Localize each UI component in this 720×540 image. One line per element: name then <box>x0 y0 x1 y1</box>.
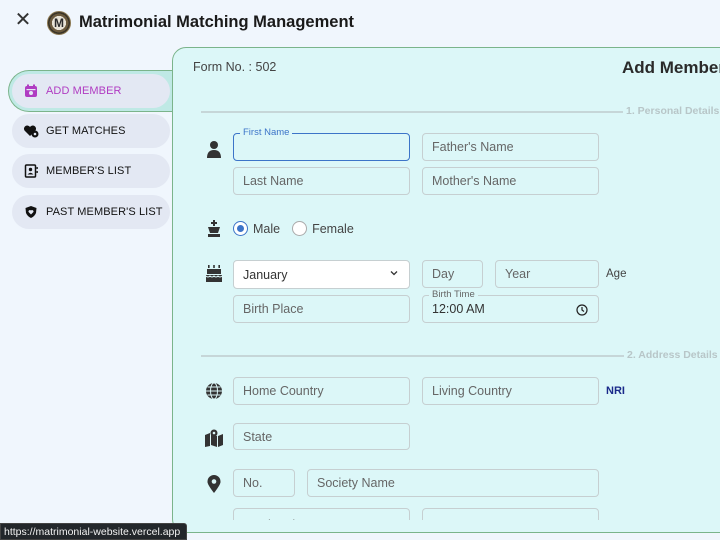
gender-male-radio[interactable] <box>233 221 248 236</box>
location-pin-icon <box>204 474 224 494</box>
top-bar: ✕ M Matrimonial Matching Management <box>0 0 720 46</box>
contact-card-icon <box>22 162 40 180</box>
birth-month-value: January <box>243 267 288 282</box>
sidebar-item-get-matches[interactable]: GET MATCHES <box>12 114 170 148</box>
person-icon <box>204 139 224 159</box>
shield-heart-icon <box>22 203 40 221</box>
section-label-personal: 1. Personal Details <box>623 105 720 117</box>
clock-icon[interactable] <box>576 304 588 316</box>
state-input[interactable]: State <box>233 423 410 450</box>
gender-radio-group: Male Female <box>233 221 354 236</box>
living-country-input[interactable]: Living Country <box>422 377 599 405</box>
king-chess-icon <box>204 219 224 239</box>
sidebar-item-label: GET MATCHES <box>46 125 126 137</box>
birth-day-input[interactable]: Day <box>422 260 483 288</box>
sidebar-item-past-members-list[interactable]: PAST MEMBER'S LIST <box>12 195 170 229</box>
age-label: Age <box>606 268 627 280</box>
sidebar-item-add-member-pill[interactable]: ADD MEMBER <box>12 74 170 108</box>
page-title: Add Member <box>622 58 720 77</box>
add-member-form-panel: Form No. : 502 Add Member 1. Personal De… <box>172 47 720 533</box>
globe-icon <box>204 381 224 401</box>
birthday-cake-icon <box>204 264 224 284</box>
app-title: Matrimonial Matching Management <box>79 13 355 31</box>
sidebar-item-label: ADD MEMBER <box>46 85 122 97</box>
first-name-input[interactable]: First Name <box>233 127 410 161</box>
sidebar-item-label: PAST MEMBER'S LIST <box>46 206 163 218</box>
calendar-add-icon <box>22 82 40 100</box>
status-bar-url: https://matrimonial-website.vercel.app <box>0 523 188 540</box>
form-number: Form No. : 502 <box>193 60 277 74</box>
society-name-input[interactable]: Society Name <box>307 469 599 497</box>
birth-month-select[interactable]: January <box>233 260 410 289</box>
birth-time-input[interactable]: Birth Time 12:00 AM <box>422 289 599 323</box>
gender-female-radio[interactable] <box>292 221 308 236</box>
nri-label: NRI <box>606 385 625 397</box>
birth-place-input[interactable]: Birth Place <box>233 295 410 323</box>
close-icon[interactable]: ✕ <box>13 8 33 32</box>
logo-letter: M <box>54 16 64 30</box>
house-number-input[interactable]: No. <box>233 469 295 497</box>
birth-time-label: Birth Time <box>429 289 478 300</box>
area-input[interactable]: Area <box>422 508 599 520</box>
mothers-name-input[interactable]: Mother's Name <box>422 167 599 195</box>
clipped-row: Landmark Area <box>173 508 720 520</box>
fathers-name-input[interactable]: Father's Name <box>422 133 599 161</box>
birth-time-value: 12:00 AM <box>432 302 485 316</box>
home-country-input[interactable]: Home Country <box>233 377 410 405</box>
map-location-icon <box>204 428 224 448</box>
landmark-input[interactable]: Landmark <box>233 508 410 520</box>
gender-female-label: Female <box>312 221 354 236</box>
app-logo: M <box>47 11 71 35</box>
last-name-input[interactable]: Last Name <box>233 167 410 195</box>
heart-settings-icon <box>22 122 40 140</box>
sidebar-item-label: MEMBER'S LIST <box>46 165 132 177</box>
gender-male-label: Male <box>253 221 281 236</box>
section-divider <box>201 355 631 357</box>
sidebar-item-add-member[interactable]: ADD MEMBER <box>8 70 178 112</box>
chevron-down-icon <box>390 271 398 276</box>
birth-year-input[interactable]: Year <box>495 260 599 288</box>
sidebar-item-members-list[interactable]: MEMBER'S LIST <box>12 154 170 188</box>
section-divider <box>201 111 631 113</box>
first-name-label: First Name <box>240 127 293 138</box>
section-label-address: 2. Address Details <box>624 349 720 361</box>
